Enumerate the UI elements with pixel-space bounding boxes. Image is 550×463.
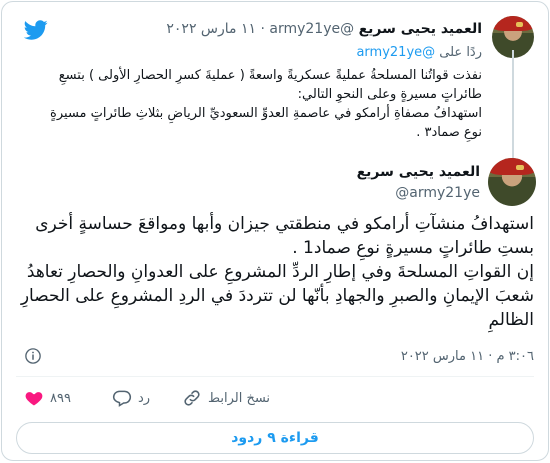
tweet-text: استهدافُ منشآتِ أرامكو في منطقتي جيزان و… [20, 214, 534, 330]
divider [16, 376, 534, 377]
reply-prefix: ردًا على [435, 45, 482, 60]
reply-button[interactable]: رد [112, 385, 150, 411]
author-name[interactable]: العميد يحيى سريع [357, 163, 480, 181]
likes-count: ٨٩٩ [50, 390, 71, 406]
tweet-timestamp[interactable]: ٣:٠٦ م · ١١ مارس ٢٠٢٢ [401, 348, 534, 366]
action-bar: ٨٩٩ رد نسخ الرابط [14, 385, 534, 411]
thread-connector [512, 50, 514, 160]
tweet-date[interactable]: ١١ مارس ٢٠٢٢ [166, 21, 256, 37]
copy-link-button[interactable]: نسخ الرابط [182, 385, 270, 411]
parent-tweet-text: نفذت قواتُنا المسلحةُ عمليةً عسكريةً واس… [50, 68, 482, 140]
beret-badge [516, 21, 524, 27]
parent-tweet[interactable]: العميد يحيى سريع @army21ye · ١١ مارس ٢٠٢… [34, 14, 534, 152]
separator: · [256, 21, 270, 37]
like-button[interactable]: ٨٩٩ [24, 385, 71, 411]
author-handle[interactable]: @army21ye [395, 184, 480, 202]
reply-to-line: ردًا على @army21ye [356, 44, 482, 62]
link-icon [184, 390, 200, 406]
beret-shape [492, 16, 534, 32]
reply-to-handle[interactable]: @army21ye [356, 45, 435, 60]
parent-tweet-header: العميد يحيى سريع @army21ye · ١١ مارس ٢٠٢… [166, 20, 482, 38]
read-replies-button[interactable]: قراءة ٩ ردود [16, 422, 534, 454]
reply-label: رد [138, 390, 151, 406]
avatar[interactable] [488, 158, 536, 206]
beret-shape [488, 158, 536, 176]
author-name[interactable]: العميد يحيى سريع [359, 21, 482, 37]
info-icon[interactable] [24, 347, 42, 365]
copy-link-label: نسخ الرابط [208, 390, 271, 406]
reply-icon [112, 390, 132, 407]
beret-badge [515, 164, 524, 171]
heart-icon [25, 392, 43, 406]
author-handle[interactable]: @army21ye [269, 21, 354, 37]
embedded-tweet-card: العميد يحيى سريع @army21ye · ١١ مارس ٢٠٢… [1, 1, 549, 461]
